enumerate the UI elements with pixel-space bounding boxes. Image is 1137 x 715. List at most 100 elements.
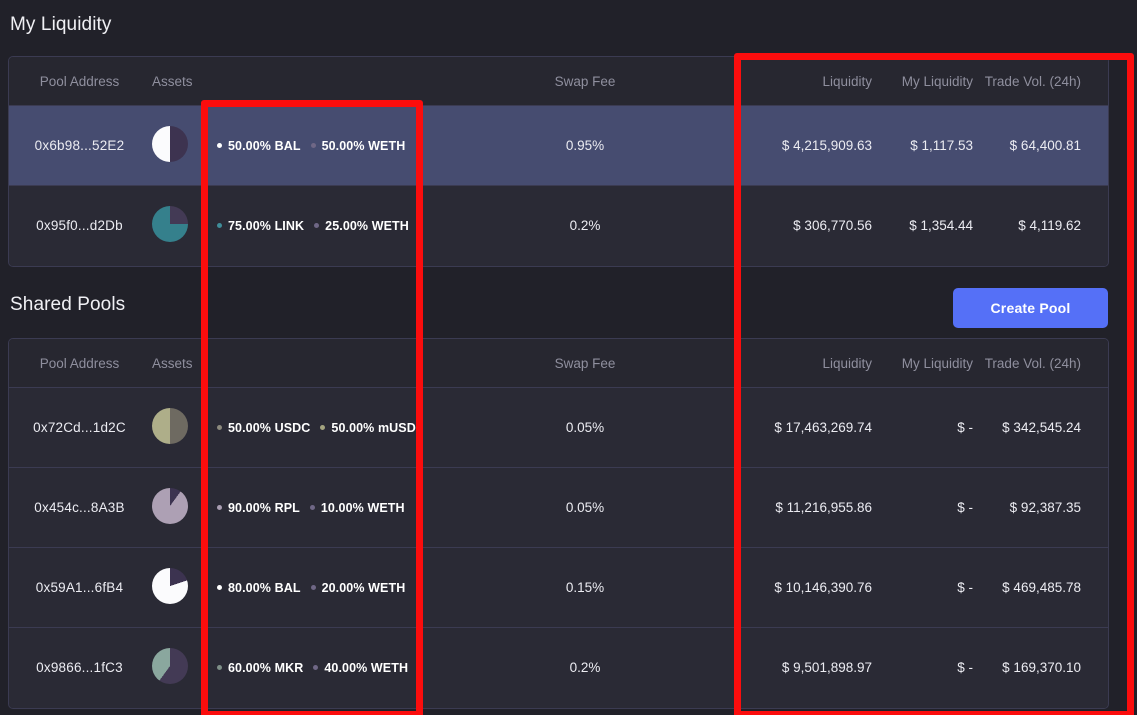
weight-item: 90.00% RPL <box>217 501 300 515</box>
cell-assets <box>150 388 217 468</box>
pie-chart-icon <box>152 408 188 444</box>
shared-pools-table: Pool Address Assets Swap Fee Liquidity M… <box>9 339 1108 708</box>
cell-weights: 90.00% RPL 10.00% WETH <box>217 468 433 548</box>
cell-liquidity: $ 10,146,390.76 <box>737 548 888 628</box>
weight-item: 10.00% WETH <box>310 501 405 515</box>
table-row[interactable]: 0x6b98...52E250.00% BAL50.00% WETH0.95%$… <box>9 106 1108 186</box>
cell-my-liquidity: $ - <box>888 548 983 628</box>
weight-label: 90.00% RPL <box>228 501 300 515</box>
weight-item: 40.00% WETH <box>313 661 408 675</box>
weight-item: 50.00% USDC <box>217 421 310 435</box>
weight-item: 20.00% WETH <box>311 581 406 595</box>
weight-label: 20.00% WETH <box>322 581 406 595</box>
create-pool-bar: Create Pool <box>8 281 1109 336</box>
page-title-shared-pools: Shared Pools <box>10 294 125 316</box>
column-header-pool-address[interactable]: Pool Address <box>9 57 150 106</box>
cell-my-liquidity: $ - <box>888 468 983 548</box>
weight-label: 75.00% LINK <box>228 219 304 233</box>
cell-pool-address: 0x6b98...52E2 <box>9 106 150 186</box>
cell-pool-address: 0x95f0...d2Db <box>9 186 150 266</box>
weight-label: 60.00% MKR <box>228 661 303 675</box>
cell-weights: 75.00% LINK 25.00% WETH <box>217 186 433 266</box>
cell-liquidity: $ 11,216,955.86 <box>737 468 888 548</box>
table-row[interactable]: 0x9866...1fC3 60.00% MKR 40.00% WETH 0.2% $ … <box>9 628 1108 708</box>
column-header-pool-address[interactable]: Pool Address <box>9 339 150 388</box>
column-header-swap-fee[interactable]: Swap Fee <box>433 57 737 106</box>
cell-swap-fee: 0.2% <box>433 628 737 708</box>
my-liquidity-rows: 0x6b98...52E250.00% BAL50.00% WETH0.95%$… <box>9 106 1108 266</box>
weight-item: 50.00% BAL <box>217 139 301 153</box>
cell-pool-address: 0x454c...8A3B <box>9 468 150 548</box>
table-header: Pool Address Assets Swap Fee Liquidity M… <box>9 339 1108 388</box>
weight-label: 50.00% USDC <box>228 421 310 435</box>
weight-label: 50.00% BAL <box>228 139 301 153</box>
cell-liquidity: $ 17,463,269.74 <box>737 388 888 468</box>
weight-item: 50.00% mUSD <box>320 421 415 435</box>
page-title-my-liquidity: My Liquidity <box>10 14 112 36</box>
column-header-trade-volume[interactable]: Trade Vol. (24h) <box>983 57 1108 106</box>
weight-dot-icon <box>217 505 222 510</box>
column-header-weights <box>217 339 433 388</box>
weight-item: 80.00% BAL <box>217 581 301 595</box>
cell-swap-fee: 0.2% <box>433 186 737 266</box>
weight-label: 50.00% mUSD <box>331 421 415 435</box>
weight-dot-icon <box>310 505 315 510</box>
pie-chart-icon <box>152 648 188 684</box>
table-header: Pool Address Assets Swap Fee Liquidity M… <box>9 57 1108 106</box>
cell-trade-volume: $ 169,370.10 <box>983 628 1108 708</box>
pie-chart-icon <box>152 126 188 162</box>
cell-my-liquidity: $ - <box>888 388 983 468</box>
table-row[interactable]: 0x72Cd...1d2C50.00% USDC50.00% mUSD0.05%… <box>9 388 1108 468</box>
weight-dot-icon <box>217 143 222 148</box>
column-header-weights <box>217 57 433 106</box>
column-header-assets[interactable]: Assets <box>150 339 217 388</box>
header-row: Pool Address Assets Swap Fee Liquidity M… <box>9 339 1108 388</box>
column-header-trade-volume[interactable]: Trade Vol. (24h) <box>983 339 1108 388</box>
cell-liquidity: $ 4,215,909.63 <box>737 106 888 186</box>
cell-my-liquidity: $ 1,117.53 <box>888 106 983 186</box>
cell-pool-address: 0x59A1...6fB4 <box>9 548 150 628</box>
weight-item: 25.00% WETH <box>314 219 409 233</box>
cell-trade-volume: $ 64,400.81 <box>983 106 1108 186</box>
cell-swap-fee: 0.15% <box>433 548 737 628</box>
weight-item: 50.00% WETH <box>311 139 406 153</box>
weight-dot-icon <box>217 665 222 670</box>
pie-chart-icon <box>152 206 188 242</box>
header-row: Pool Address Assets Swap Fee Liquidity M… <box>9 57 1108 106</box>
cell-my-liquidity: $ 1,354.44 <box>888 186 983 266</box>
weight-dot-icon <box>313 665 318 670</box>
cell-pool-address: 0x9866...1fC3 <box>9 628 150 708</box>
shared-pools-panel: Pool Address Assets Swap Fee Liquidity M… <box>8 338 1109 709</box>
weight-label: 10.00% WETH <box>321 501 405 515</box>
cell-trade-volume: $ 469,485.78 <box>983 548 1108 628</box>
weight-item: 75.00% LINK <box>217 219 304 233</box>
cell-trade-volume: $ 92,387.35 <box>983 468 1108 548</box>
create-pool-button[interactable]: Create Pool <box>953 288 1108 328</box>
column-header-assets[interactable]: Assets <box>150 57 217 106</box>
column-header-swap-fee[interactable]: Swap Fee <box>433 339 737 388</box>
column-header-my-liquidity[interactable]: My Liquidity <box>888 57 983 106</box>
cell-swap-fee: 0.05% <box>433 468 737 548</box>
cell-weights: 80.00% BAL 20.00% WETH <box>217 548 433 628</box>
weight-dot-icon <box>314 223 319 228</box>
liquidity-page: My Liquidity Pool Address Assets Swap Fe… <box>0 0 1137 715</box>
column-header-liquidity[interactable]: Liquidity <box>737 57 888 106</box>
weight-dot-icon <box>311 585 316 590</box>
table-row[interactable]: 0x59A1...6fB480.00% BAL20.00% WETH0.15%$… <box>9 548 1108 628</box>
weight-label: 40.00% WETH <box>324 661 408 675</box>
cell-trade-volume: $ 4,119.62 <box>983 186 1108 266</box>
my-liquidity-table: Pool Address Assets Swap Fee Liquidity M… <box>9 57 1108 266</box>
cell-weights: 50.00% BAL 50.00% WETH <box>217 106 433 186</box>
table-row[interactable]: 0x95f0...d2Db 75.00% LINK 25.00% WETH 0.2% $… <box>9 186 1108 266</box>
cell-assets <box>150 186 217 266</box>
column-header-my-liquidity[interactable]: My Liquidity <box>888 339 983 388</box>
weight-dot-icon <box>217 223 222 228</box>
table-row[interactable]: 0x454c...8A3B90.00% RPL10.00% WETH0.05%$… <box>9 468 1108 548</box>
weight-dot-icon <box>320 425 325 430</box>
weight-label: 80.00% BAL <box>228 581 301 595</box>
cell-assets <box>150 628 217 708</box>
weight-dot-icon <box>217 425 222 430</box>
cell-weights: 50.00% USDC 50.00% mUSD <box>217 388 433 468</box>
my-liquidity-panel: Pool Address Assets Swap Fee Liquidity M… <box>8 56 1109 267</box>
column-header-liquidity[interactable]: Liquidity <box>737 339 888 388</box>
